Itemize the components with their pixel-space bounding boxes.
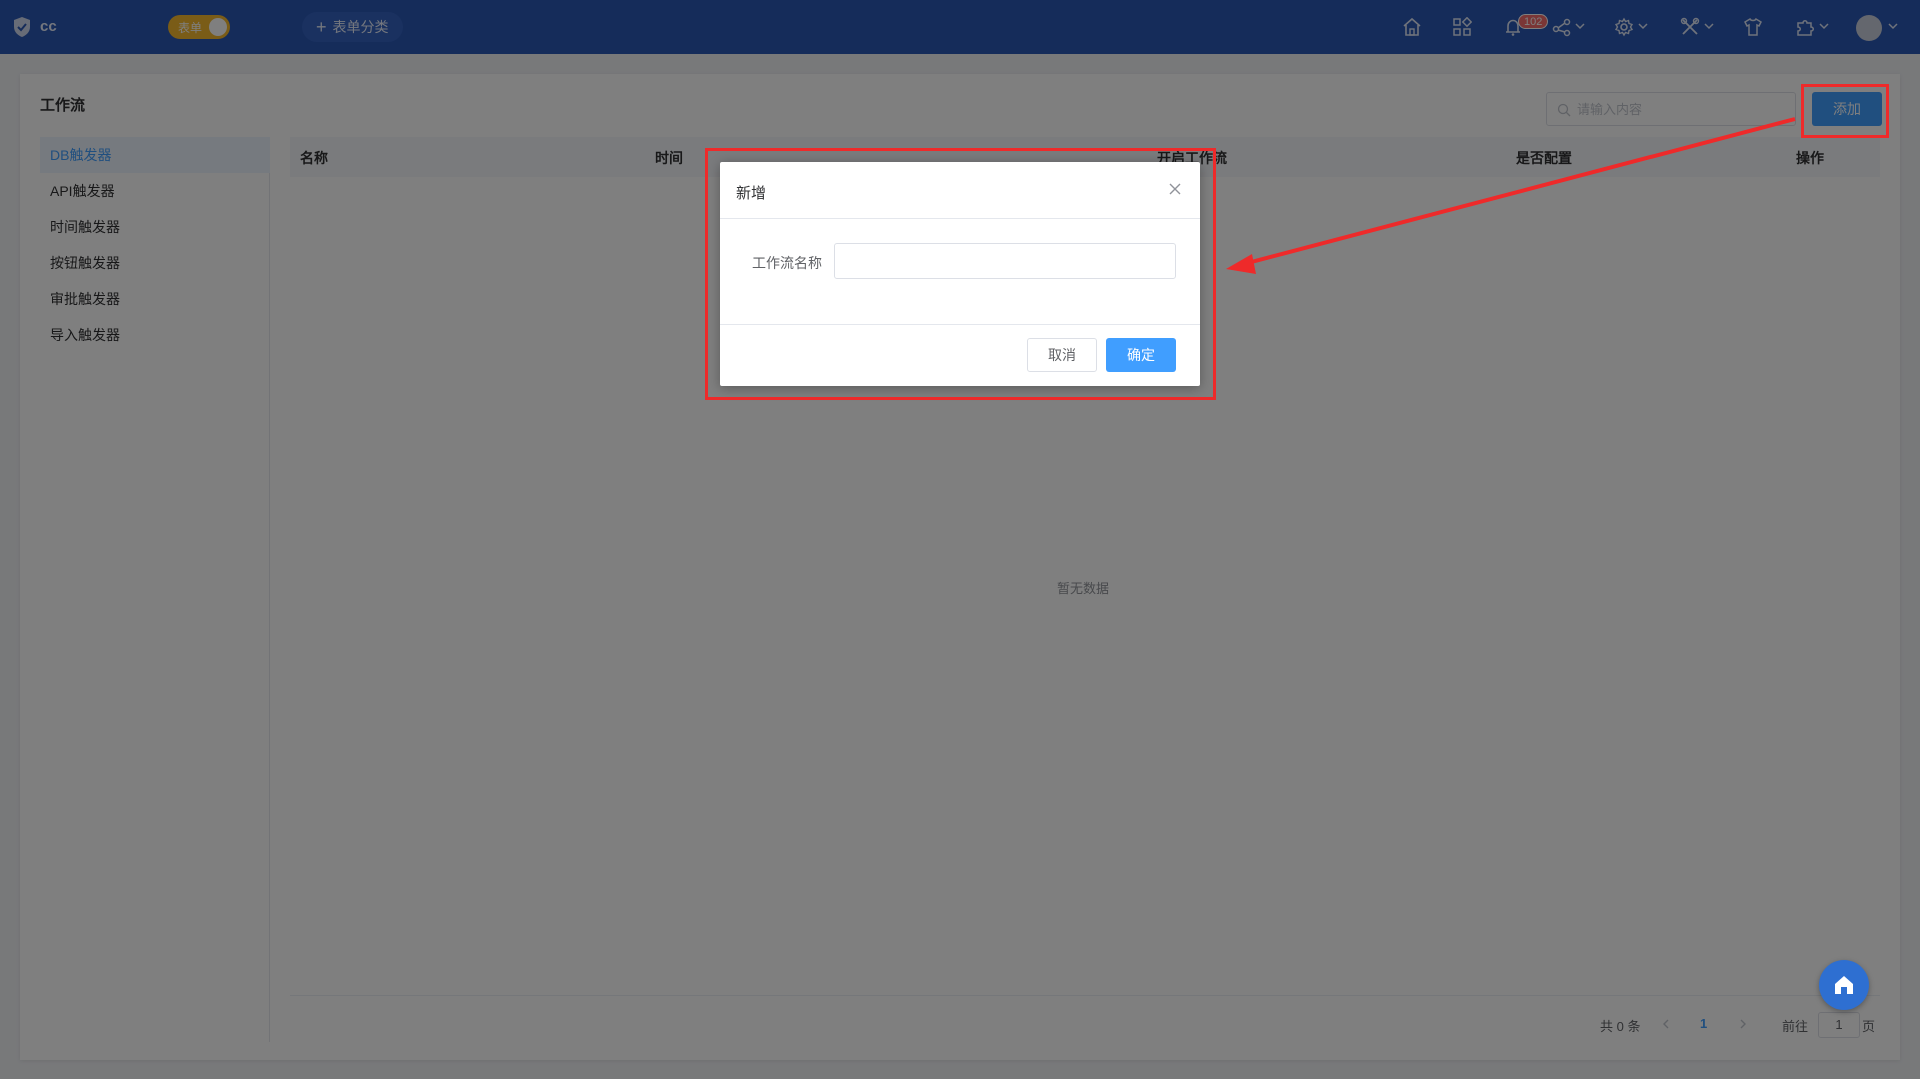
annotation-highlight-dialog — [705, 148, 1216, 400]
home-icon — [1835, 976, 1853, 994]
floating-home-button[interactable] — [1819, 960, 1869, 1010]
annotation-highlight-add — [1801, 84, 1889, 138]
